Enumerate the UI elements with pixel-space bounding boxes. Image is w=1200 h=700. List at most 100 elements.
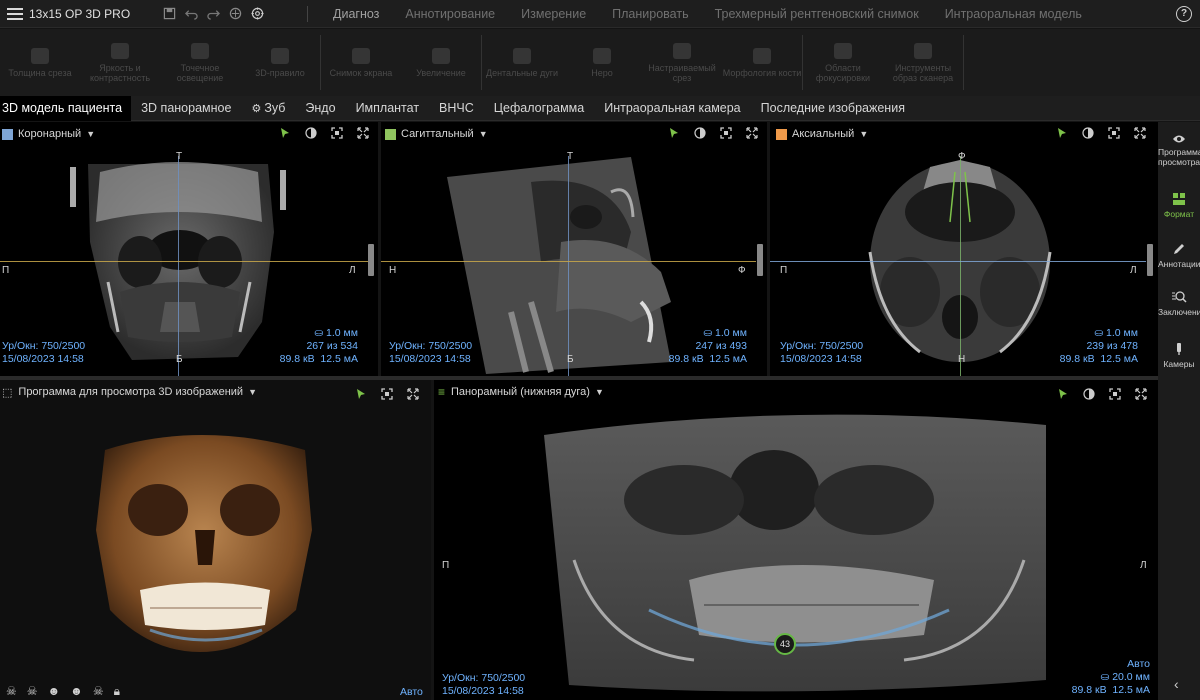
- tab-annotation[interactable]: Аннотирование: [392, 7, 508, 21]
- contrast-icon[interactable]: [694, 127, 706, 139]
- target-icon[interactable]: [251, 7, 264, 20]
- tab-3d-xray[interactable]: Трехмерный рентгеновский снимок: [702, 7, 932, 21]
- pointer-icon[interactable]: [1057, 388, 1069, 400]
- ribbon-group-capture: Снимок экрана Увеличение: [321, 35, 482, 90]
- contrast-icon[interactable]: [1082, 127, 1094, 139]
- slice-thickness-tool[interactable]: Толщина среза: [0, 35, 80, 90]
- chevron-down-icon[interactable]: ▼: [595, 387, 604, 397]
- expand-icon[interactable]: [746, 127, 758, 139]
- sidebar-item-cameras[interactable]: Камеры: [1158, 342, 1200, 369]
- tab-tmj[interactable]: ВНЧС: [429, 96, 484, 121]
- expand-icon[interactable]: [1135, 388, 1147, 400]
- tooth-number-badge[interactable]: 43: [774, 633, 796, 655]
- axial-horizontal-crosshair[interactable]: [770, 261, 1146, 262]
- tab-diagnosis[interactable]: Диагноз: [320, 7, 392, 21]
- save-icon[interactable]: [163, 7, 176, 20]
- 3d-viewer-tools: [355, 388, 419, 400]
- axial-view[interactable]: Аксиальный ▼ Ф Н П Л Ур/Окн: 750/2500 15/…: [770, 122, 1158, 376]
- sidebar-item-format[interactable]: Формат: [1158, 192, 1200, 219]
- brightness-contrast-tool[interactable]: Яркость и контрастность: [80, 35, 160, 90]
- skull-side-icon[interactable]: ☻: [48, 684, 61, 699]
- panoramic-auto-label[interactable]: Авто: [1072, 658, 1150, 671]
- fit-icon[interactable]: [1109, 388, 1121, 400]
- tab-intraoral-camera[interactable]: Интраоральная камера: [594, 96, 750, 121]
- spotlight-tool[interactable]: Точечное освещение: [160, 35, 240, 90]
- coronal-horizontal-crosshair[interactable]: [0, 261, 370, 262]
- coronal-vertical-crosshair[interactable]: [178, 156, 179, 376]
- axial-slice-index: 239 из 478: [1086, 340, 1138, 352]
- chevron-down-icon[interactable]: ▼: [86, 129, 95, 139]
- spotlight-icon: [191, 42, 209, 59]
- fit-icon[interactable]: [381, 388, 393, 400]
- tab-intraoral-model[interactable]: Интраоральная модель: [932, 7, 1095, 21]
- fit-icon[interactable]: [331, 127, 343, 139]
- hamburger-menu-icon[interactable]: [7, 7, 23, 20]
- nerve-tool[interactable]: Неро: [562, 35, 642, 90]
- coronal-view[interactable]: Коронарный ▼ Т Б П Л Ур/Окн: 750/2500 15/…: [0, 122, 378, 376]
- coronal-slice-scrollbar[interactable]: [368, 244, 374, 276]
- lock-icon[interactable]: 🔒︎: [114, 684, 120, 699]
- bone-morphology-tool[interactable]: Морфология кости: [722, 35, 802, 90]
- screenshot-tool[interactable]: Снимок экрана: [321, 35, 401, 90]
- contrast-icon[interactable]: [305, 127, 317, 139]
- expand-icon[interactable]: [1134, 127, 1146, 139]
- tab-planning[interactable]: Планировать: [599, 7, 701, 21]
- undo-icon[interactable]: [185, 7, 198, 20]
- help-icon[interactable]: ?: [1176, 6, 1192, 22]
- chevron-down-icon[interactable]: ▼: [479, 129, 488, 139]
- sagittal-vertical-crosshair[interactable]: [568, 156, 569, 376]
- layout-icon: [1173, 193, 1185, 205]
- bone-icon: [753, 47, 771, 64]
- ma-value: 12.5 мА: [320, 353, 358, 365]
- dental-arches-tool[interactable]: Дентальные дуги: [482, 35, 562, 90]
- sidebar-item-annotations[interactable]: Аннотации: [1158, 242, 1200, 269]
- tab-measurement[interactable]: Измерение: [508, 7, 599, 21]
- tab-3d-panoramic[interactable]: 3D панорамное: [131, 96, 241, 121]
- sidebar-item-viewer[interactable]: Программа просмотра: [1158, 134, 1200, 167]
- pointer-icon[interactable]: [668, 127, 680, 139]
- fit-icon[interactable]: [720, 127, 732, 139]
- tab-endo[interactable]: Эндо: [295, 96, 345, 121]
- axial-vertical-crosshair[interactable]: [960, 156, 961, 376]
- skull-front-icon[interactable]: ☠: [6, 684, 17, 699]
- sidebar-label: Заключения: [1158, 307, 1200, 317]
- expand-icon[interactable]: [357, 127, 369, 139]
- filter-icon[interactable]: [229, 7, 242, 20]
- contrast-icon[interactable]: [1083, 388, 1095, 400]
- redo-icon[interactable]: [207, 7, 220, 20]
- tab-tooth[interactable]: ⚙ Зуб: [241, 96, 295, 121]
- zoom-tool[interactable]: Увеличение: [401, 35, 481, 90]
- chevron-down-icon[interactable]: ▼: [859, 129, 868, 139]
- expand-icon[interactable]: [407, 388, 419, 400]
- sagittal-left-label: Н: [389, 265, 397, 276]
- chevron-left-icon[interactable]: ‹: [1174, 676, 1179, 692]
- 3d-viewer[interactable]: ⬚ Программа для просмотра 3D изображений…: [0, 380, 431, 700]
- cube-icon: ⬚: [2, 386, 13, 399]
- pointer-icon[interactable]: [279, 127, 291, 139]
- sidebar-item-findings[interactable]: Заключения: [1158, 290, 1200, 317]
- skull-teeth-icon[interactable]: ☠: [93, 684, 104, 699]
- focus-areas-tool[interactable]: Области фокусировки: [803, 35, 883, 90]
- custom-slice-tool[interactable]: Настраиваемый срез: [642, 35, 722, 90]
- pointer-icon[interactable]: [355, 388, 367, 400]
- 3d-rule-tool[interactable]: 3D-правило: [240, 35, 320, 90]
- skull-soft-icon[interactable]: ☻: [70, 684, 83, 699]
- sagittal-thickness: ⛀ 1.0 мм: [703, 327, 747, 339]
- chevron-down-icon[interactable]: ▼: [248, 387, 257, 397]
- tab-cephalogram[interactable]: Цефалограмма: [484, 96, 594, 121]
- sagittal-view[interactable]: Сагиттальный ▼ Т Б Н Ф Ур/Окн: 750/2500 1…: [381, 122, 767, 376]
- pointer-icon[interactable]: [1056, 127, 1068, 139]
- tab-3d-patient-model[interactable]: 3D модель пациента: [0, 95, 132, 121]
- scan-date: 15/08/2023 14:58: [442, 685, 524, 697]
- fit-icon[interactable]: [1108, 127, 1120, 139]
- tab-recent-images[interactable]: Последние изображения: [751, 96, 915, 121]
- scanner-tools[interactable]: Инструменты образ сканера: [883, 35, 963, 90]
- panoramic-view[interactable]: ≡ Панорамный (нижняя дуга) ▼ П Л 43 Ур/О…: [434, 380, 1158, 700]
- skull-bone-icon[interactable]: ☠: [27, 684, 38, 699]
- tool-label: Снимок экрана: [329, 67, 393, 78]
- tab-implant[interactable]: Имплантат: [346, 96, 429, 121]
- axial-slice-scrollbar[interactable]: [1147, 244, 1153, 276]
- 3d-viewer-auto-label[interactable]: Авто: [400, 686, 423, 698]
- sagittal-horizontal-crosshair[interactable]: [381, 261, 756, 262]
- sagittal-slice-scrollbar[interactable]: [757, 244, 763, 276]
